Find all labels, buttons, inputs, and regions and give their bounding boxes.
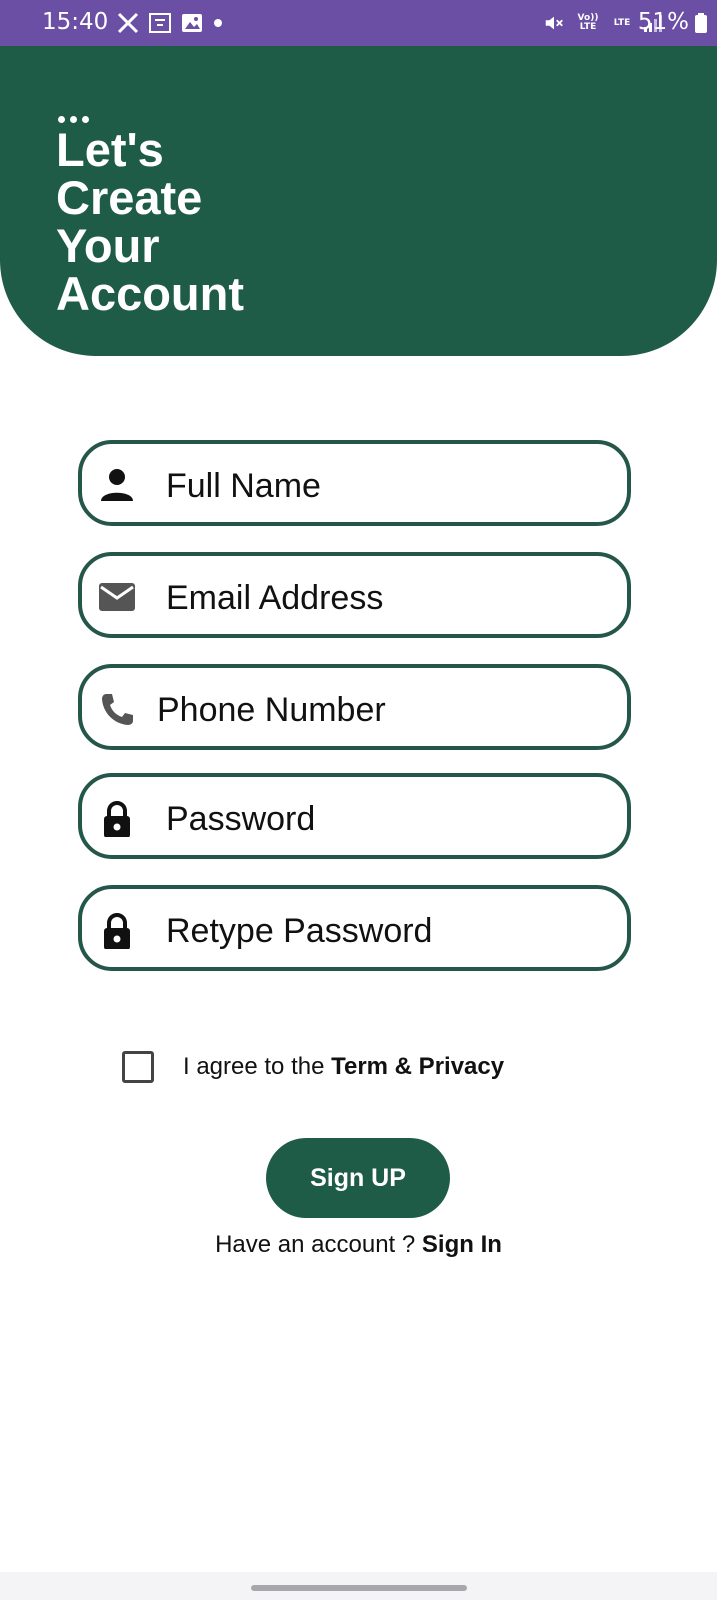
gallery-icon	[182, 14, 202, 32]
lock-icon	[104, 801, 130, 837]
x-app-icon	[117, 12, 139, 34]
sign-in-link[interactable]: Sign In	[422, 1231, 502, 1258]
phone-field[interactable]: Phone Number	[78, 664, 631, 750]
navigation-bar	[0, 1572, 717, 1600]
person-icon	[101, 469, 133, 501]
terms-privacy-link[interactable]: Term & Privacy	[331, 1053, 504, 1080]
page-title: Let's Create Your Account	[56, 123, 244, 320]
lock-icon	[104, 913, 130, 949]
password-field[interactable]: Password	[78, 773, 631, 859]
retype-password-field[interactable]: Retype Password	[78, 885, 631, 971]
notification-icons	[116, 10, 224, 36]
have-account-text: Have an account ?	[215, 1231, 422, 1258]
phone-placeholder: Phone Number	[157, 691, 386, 729]
password-placeholder: Password	[166, 800, 316, 838]
home-gesture-handle[interactable]	[251, 1585, 467, 1591]
agree-label: I agree to the Term & Privacy	[183, 1053, 504, 1081]
full-name-field[interactable]: Full Name	[78, 440, 631, 526]
email-placeholder: Email Address	[166, 579, 384, 617]
status-time: 15:40	[42, 9, 109, 35]
dots-decoration	[58, 116, 89, 123]
agree-prefix: I agree to the	[183, 1053, 332, 1080]
lte-icon: LTE	[613, 17, 631, 28]
phone-icon	[102, 694, 133, 725]
battery-icon	[695, 13, 707, 33]
volte-icon: Vo)) LTE	[577, 13, 599, 32]
email-field[interactable]: Email Address	[78, 552, 631, 638]
mute-icon	[545, 16, 563, 30]
have-account-line: Have an account ? Sign In	[0, 1231, 717, 1259]
header-banner: Let's Create Your Account	[0, 46, 717, 356]
signup-button[interactable]: Sign UP	[266, 1138, 450, 1218]
full-name-placeholder: Full Name	[166, 467, 321, 505]
retype-password-placeholder: Retype Password	[166, 912, 433, 950]
mail-icon	[99, 583, 135, 611]
battery-level: 51%	[637, 9, 689, 35]
agree-checkbox[interactable]	[122, 1051, 154, 1083]
status-bar: 15:40 Vo)) LTE LTE 51%	[0, 0, 717, 46]
dot-icon	[214, 19, 222, 27]
translate-app-icon	[149, 13, 171, 33]
